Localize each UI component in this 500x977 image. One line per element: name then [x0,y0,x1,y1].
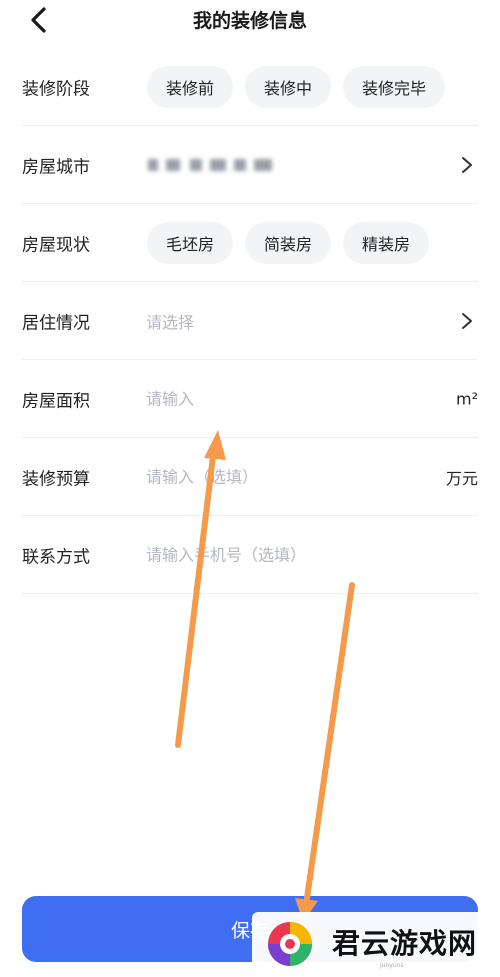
condition-label: 房屋现状 [22,235,90,255]
stage-option-finished[interactable]: 装修完毕 [343,65,446,108]
budget-input[interactable] [146,467,436,486]
condition-option-fine[interactable]: 精装房 [343,221,430,264]
condition-row: 房屋现状 毛坯房 简装房 精装房 [22,204,478,282]
area-unit: m² [456,389,478,408]
stage-options: 装修前 装修中 装修完毕 [147,65,446,108]
watermark: 君云游戏网 junyuns [252,912,500,977]
watermark-text: 君云游戏网 [332,927,478,960]
watermark-subtext: junyuns [380,962,404,969]
contact-label: 联系方式 [22,547,90,567]
watermark-logo-icon [268,922,312,966]
contact-row: 联系方式 [22,516,478,594]
chevron-right-icon[interactable] [460,155,474,175]
living-select-placeholder[interactable]: 请选择 [146,309,436,333]
header-bar: 我的装修信息 [0,0,500,40]
city-label: 房屋城市 [22,157,90,177]
budget-row: 装修预算 万元 [22,438,478,516]
stage-label: 装修阶段 [22,79,90,99]
city-value-blurred [146,155,286,175]
chevron-right-icon[interactable] [460,311,474,331]
contact-input[interactable] [146,545,436,564]
area-input[interactable] [146,389,436,408]
living-row[interactable]: 居住情况 请选择 [22,282,478,360]
arrow-down-icon [295,582,355,922]
page-title: 我的装修信息 [192,10,307,32]
stage-option-during[interactable]: 装修中 [245,65,332,108]
stage-option-before[interactable]: 装修前 [147,65,234,108]
condition-options: 毛坯房 简装房 精装房 [147,221,430,264]
condition-option-rough[interactable]: 毛坯房 [147,221,234,264]
living-label: 居住情况 [22,313,90,333]
city-row[interactable]: 房屋城市 [22,126,478,204]
budget-label: 装修预算 [22,469,90,489]
stage-row: 装修阶段 装修前 装修中 装修完毕 [22,48,478,126]
area-label: 房屋面积 [22,391,90,411]
budget-unit: 万元 [445,468,478,488]
condition-option-simple[interactable]: 简装房 [245,221,332,264]
area-row: 房屋面积 m² [22,360,478,438]
